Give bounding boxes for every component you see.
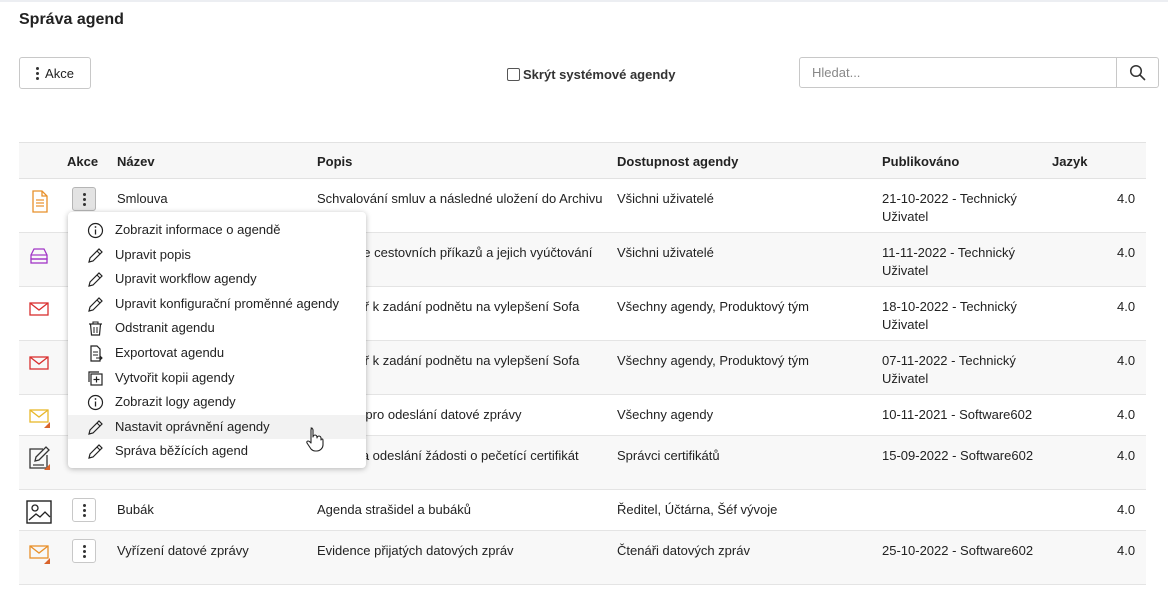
menu-item-export-agenda[interactable]: Exportovat agendu <box>68 341 366 366</box>
col-publikovano[interactable]: Publikováno <box>882 154 959 169</box>
row-actions-button[interactable] <box>72 539 96 563</box>
document-icon <box>32 190 48 213</box>
col-nazev[interactable]: Název <box>117 154 155 169</box>
page-title: Správa agend <box>19 11 124 28</box>
kebab-icon <box>82 503 86 517</box>
kebab-icon <box>82 192 86 206</box>
row-dostupnost: Všichni uživatelé <box>617 191 714 206</box>
search-input[interactable] <box>800 58 1116 87</box>
hide-system-label: Skrýt systémové agendy <box>523 67 676 82</box>
menu-item-show-logs[interactable]: Zobrazit logy agendy <box>68 390 366 415</box>
row-jazyk: 4.0 <box>1117 353 1136 368</box>
row-actions-button[interactable] <box>72 498 96 522</box>
menu-item-label: Zobrazit logy agendy <box>115 394 236 410</box>
row-nazev: Smlouva <box>117 191 168 206</box>
hand-cursor-icon <box>306 427 324 452</box>
menu-item-label: Odstranit agendu <box>115 320 215 336</box>
trash-icon <box>89 321 102 336</box>
row-actions-button[interactable] <box>72 187 96 211</box>
mail-icon <box>29 356 49 370</box>
hide-system-checkbox[interactable] <box>507 68 520 81</box>
menu-item-delete-agenda[interactable]: Odstranit agendu <box>68 316 366 341</box>
menu-item-edit-description[interactable]: Upravit popis <box>68 243 366 268</box>
edit-document-icon <box>29 446 50 470</box>
row-jazyk: 4.0 <box>1117 191 1136 206</box>
menu-item-label: Vytvořit kopii agendy <box>115 369 235 385</box>
table-header: Akce Název Popis Dostupnost agendy Publi… <box>19 143 1146 179</box>
row-dostupnost: Čtenáři datových zpráv <box>617 543 750 558</box>
col-jazyk[interactable]: Jazyk <box>1052 154 1087 169</box>
menu-item-edit-config-variables[interactable]: Upravit konfigurační proměnné agendy <box>68 292 366 317</box>
pencil-icon <box>88 247 103 263</box>
row-jazyk: 4.0 <box>1117 299 1136 314</box>
row-popis: Schvalování smluv a následné uložení do … <box>317 191 603 206</box>
search-icon <box>1129 64 1146 81</box>
menu-item-label: Zobrazit informace o agendě <box>115 222 281 237</box>
search-button[interactable] <box>1116 58 1158 87</box>
info-icon <box>87 222 104 239</box>
image-icon <box>26 500 52 524</box>
mail-incoming-icon <box>29 545 50 564</box>
col-akce: Akce <box>67 154 99 169</box>
row-jazyk: 4.0 <box>1117 502 1136 517</box>
row-publikovano: 10-11-2021 - Software602 <box>882 407 1033 422</box>
export-icon <box>90 345 103 362</box>
pencil-icon <box>88 296 103 312</box>
row-nazev: Vyřízení datové zprávy <box>117 543 249 558</box>
table-row[interactable]: Bubák Agenda strašidel a bubáků Ředitel,… <box>19 490 1146 531</box>
row-publikovano: 11-11-2022 - Technický Uživatel <box>882 245 1015 278</box>
menu-item-show-info[interactable]: Zobrazit informace o agendě <box>68 218 366 243</box>
kebab-icon <box>36 66 40 80</box>
pencil-icon <box>88 272 103 288</box>
menu-item-label: Nastavit oprávnění agendy <box>115 418 270 434</box>
menu-item-label: Správa běžících agend <box>115 443 248 459</box>
row-nazev: Bubák <box>117 502 154 517</box>
menu-item-label: Upravit workflow agendy <box>115 271 257 287</box>
row-dostupnost: Všechny agendy, Produktový tým <box>617 299 809 314</box>
row-dostupnost: Všechny agendy, Produktový tým <box>617 353 809 368</box>
row-dostupnost: Všichni uživatelé <box>617 245 714 260</box>
menu-item-edit-workflow[interactable]: Upravit workflow agendy <box>68 267 366 292</box>
row-publikovano: 07-11-2022 - Technický Uživatel <box>882 353 1016 386</box>
row-dostupnost: Správci certifikátů <box>617 448 720 463</box>
menu-item-label: Upravit popis <box>115 246 191 262</box>
mail-icon <box>29 302 49 316</box>
row-jazyk: 4.0 <box>1117 245 1136 260</box>
pencil-icon <box>88 419 103 435</box>
hide-system-agendas[interactable]: Skrýt systémové agendy <box>507 67 675 82</box>
row-jazyk: 4.0 <box>1117 448 1136 463</box>
row-jazyk: 4.0 <box>1117 407 1136 422</box>
row-dostupnost: Všechny agendy <box>617 407 714 422</box>
akce-button-label: Akce <box>45 65 74 81</box>
table-row[interactable]: Vyřízení datové zprávy Evidence přijatýc… <box>19 531 1146 585</box>
row-dostupnost: Ředitel, Účtárna, Šéf vývoje <box>617 502 778 517</box>
kebab-icon <box>82 544 86 558</box>
info-icon <box>87 395 104 411</box>
pencil-icon <box>88 444 103 460</box>
menu-item-label: Upravit konfigurační proměnné agendy <box>115 295 340 311</box>
copy-icon <box>88 370 103 386</box>
menu-item-copy-agenda[interactable]: Vytvořit kopii agendy <box>68 366 366 391</box>
col-dostupnost[interactable]: Dostupnost agendy <box>617 154 738 169</box>
row-jazyk: 4.0 <box>1117 543 1136 558</box>
row-publikovano: 21-10-2022 - Technický Uživatel <box>882 191 1017 224</box>
row-popis: Evidence přijatých datových zpráv <box>317 543 514 558</box>
row-popis: Agenda strašidel a bubáků <box>317 502 471 517</box>
mail-outgoing-icon <box>29 409 50 428</box>
search-box <box>799 57 1159 88</box>
row-publikovano: 18-10-2022 - Technický Uživatel <box>882 299 1017 332</box>
row-publikovano: 15-09-2022 - Software602 <box>882 448 1034 463</box>
car-icon <box>30 248 48 264</box>
row-publikovano: 25-10-2022 - Software602 <box>882 543 1034 558</box>
akce-button[interactable]: Akce <box>19 57 91 89</box>
col-popis[interactable]: Popis <box>317 154 352 169</box>
top-border <box>0 0 1168 2</box>
menu-item-label: Exportovat agendu <box>115 344 225 360</box>
